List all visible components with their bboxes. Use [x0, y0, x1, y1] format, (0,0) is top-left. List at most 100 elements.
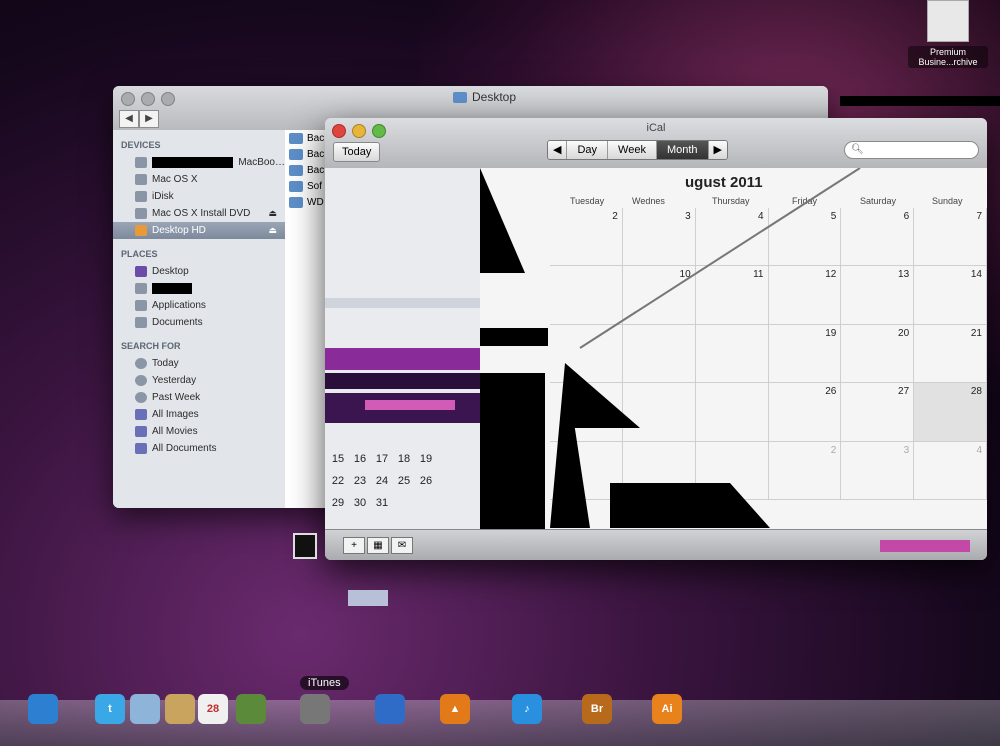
places-header: PLACES — [121, 249, 158, 259]
documents-icon — [135, 317, 147, 328]
day-view-button[interactable]: Day — [567, 141, 609, 159]
mini-day[interactable]: 26 — [415, 470, 437, 492]
smart-folder-icon — [135, 426, 147, 437]
redacted-name — [152, 283, 192, 294]
minimize-button[interactable] — [141, 92, 155, 106]
sidebar-item-install-dvd[interactable]: Mac OS X Install DVD ⏏ — [113, 205, 285, 222]
previous-arrow-icon[interactable]: ◀ — [548, 141, 568, 159]
sidebar-item-all-documents[interactable]: All Documents — [113, 440, 285, 457]
home-icon — [135, 283, 147, 294]
search-icon: 🔍︎ — [851, 144, 864, 155]
mail-button[interactable]: ✉ — [391, 537, 413, 554]
ical-titlebar: iCal Today ◀ Day Week Month ▶ 🔍︎ — [325, 118, 987, 169]
clock-icon — [135, 375, 147, 386]
app-store-icon[interactable] — [375, 694, 405, 724]
tools-icon[interactable] — [300, 694, 330, 724]
sidebar-item-macbook[interactable]: MacBoo… — [113, 154, 285, 171]
sidebar-item-mac-os-x[interactable]: Mac OS X — [113, 171, 285, 188]
harddisk-icon — [135, 174, 147, 185]
mini-day[interactable]: 18 — [393, 448, 415, 470]
glitch-block — [325, 373, 480, 389]
screen-corruption — [480, 168, 861, 530]
month-view-button[interactable]: Month — [656, 141, 709, 159]
sidebar-item-today[interactable]: Today — [113, 355, 285, 372]
dvd-icon — [135, 208, 147, 219]
desktop-file[interactable]: Premium Busine...rchive — [908, 0, 988, 68]
mini-day[interactable]: 22 — [327, 470, 349, 492]
contacts-icon[interactable] — [165, 694, 195, 724]
mini-day[interactable]: 17 — [371, 448, 393, 470]
show-calendars-button[interactable]: ▦ — [367, 537, 389, 554]
preview-icon[interactable] — [130, 694, 160, 724]
bridge-icon[interactable]: Br — [582, 694, 612, 724]
window-title: Desktop — [453, 90, 516, 104]
window-title: iCal — [646, 122, 666, 134]
folder-icon — [289, 164, 303, 176]
glitch-block — [325, 348, 480, 370]
search-field[interactable]: 🔍︎ — [844, 141, 979, 159]
folder-icon — [453, 91, 467, 103]
mini-day[interactable]: 16 — [349, 448, 371, 470]
smart-folder-icon — [135, 443, 147, 454]
sidebar-item-home[interactable] — [113, 280, 285, 297]
mini-day[interactable]: 15 — [327, 448, 349, 470]
view-selector: ◀ Day Week Month ▶ — [547, 140, 728, 160]
desktop-icon — [135, 266, 147, 277]
next-arrow-icon[interactable]: ▶ — [708, 141, 727, 159]
smart-folder-icon — [135, 409, 147, 420]
eject-icon[interactable]: ⏏ — [268, 225, 277, 236]
glitch-block — [840, 96, 1000, 106]
mini-calendar: 15 16 17 18 19 22 23 24 25 26 29 30 31 — [327, 448, 477, 514]
mini-day[interactable]: 19 — [415, 448, 437, 470]
finder-sidebar: DEVICES MacBoo… Mac OS X iDisk Mac OS X … — [113, 130, 285, 508]
mini-day[interactable]: 31 — [371, 492, 393, 514]
back-button[interactable]: ◀ — [119, 110, 139, 128]
redacted-name — [151, 157, 234, 168]
clock-icon — [135, 358, 147, 369]
ical-icon[interactable]: 28 — [198, 694, 228, 724]
zoom-button[interactable] — [161, 92, 175, 106]
mini-day[interactable]: 23 — [349, 470, 371, 492]
today-button[interactable]: Today — [333, 142, 381, 162]
laptop-icon — [135, 157, 147, 168]
sidebar-item-past-week[interactable]: Past Week — [113, 389, 285, 406]
calendar-sidebar: 15 16 17 18 19 22 23 24 25 26 29 30 31 — [325, 168, 480, 530]
mini-day[interactable]: 29 — [327, 492, 349, 514]
folder-icon — [289, 148, 303, 160]
itunes-icon[interactable]: ♪ — [512, 694, 542, 724]
mini-day[interactable]: 25 — [393, 470, 415, 492]
folder-icon — [289, 196, 303, 208]
forward-button[interactable]: ▶ — [139, 110, 159, 128]
month-view: ugust 2011 Tuesday Wednes Thursday Frida… — [480, 168, 987, 530]
file-label: Premium — [929, 47, 966, 57]
week-view-button[interactable]: Week — [608, 141, 657, 159]
ical-window: iCal Today ◀ Day Week Month ▶ 🔍︎ 15 16 1… — [325, 118, 987, 560]
sidebar-item-applications[interactable]: Applications — [113, 297, 285, 314]
sidebar-item-desktop[interactable]: Desktop — [113, 263, 285, 280]
safari-icon[interactable] — [28, 694, 58, 724]
harddisk-icon — [135, 225, 147, 236]
close-button[interactable] — [121, 92, 135, 106]
sidebar-item-all-movies[interactable]: All Movies — [113, 423, 285, 440]
glitch-block — [365, 400, 455, 410]
mini-day[interactable]: 30 — [349, 492, 371, 514]
sidebar-item-yesterday[interactable]: Yesterday — [113, 372, 285, 389]
sidebar-item-idisk[interactable]: iDisk — [113, 188, 285, 205]
twitter-icon[interactable]: t — [95, 694, 125, 724]
vlc-icon[interactable]: ▲ — [440, 694, 470, 724]
folder-icon — [289, 132, 303, 144]
sidebar-item-desktop-hd[interactable]: Desktop HD ⏏ — [113, 222, 285, 239]
add-calendar-button[interactable]: + — [343, 537, 365, 554]
mini-day[interactable]: 24 — [371, 470, 393, 492]
file-icon — [927, 0, 969, 42]
glitch-block — [293, 533, 317, 559]
folder-icon — [289, 180, 303, 192]
eject-icon[interactable]: ⏏ — [268, 208, 277, 219]
glitch-block — [880, 540, 970, 552]
illustrator-icon[interactable]: Ai — [652, 694, 682, 724]
sidebar-item-all-images[interactable]: All Images — [113, 406, 285, 423]
app-icon[interactable] — [236, 694, 266, 724]
sidebar-item-documents[interactable]: Documents — [113, 314, 285, 331]
devices-header: DEVICES — [121, 140, 161, 150]
calendar-icon: ▦ — [373, 540, 383, 551]
